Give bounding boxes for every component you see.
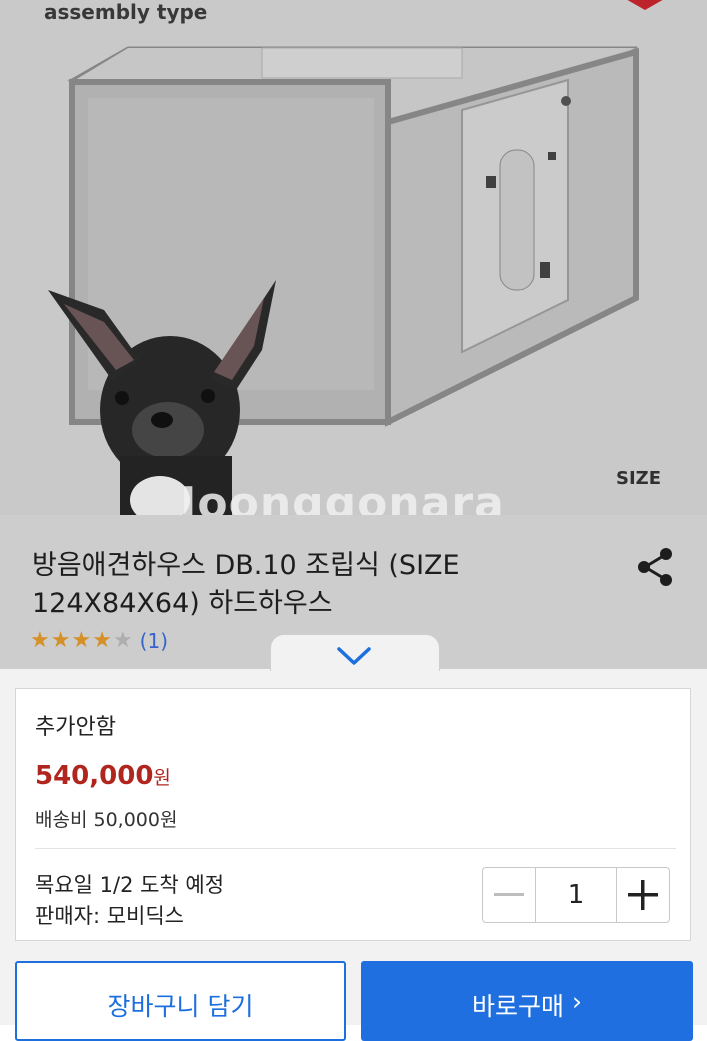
price-unit: 원 <box>153 767 171 789</box>
minus-icon <box>494 893 524 896</box>
buy-now-label: 바로구매 <box>471 992 564 1021</box>
price: 540,000원 <box>35 761 171 791</box>
quantity-value[interactable]: 1 <box>536 867 616 923</box>
decrease-quantity-button[interactable] <box>482 867 536 923</box>
price-value: 540,000 <box>35 761 154 791</box>
divider <box>35 848 676 849</box>
chevron-right-icon: › <box>572 987 582 1016</box>
increase-quantity-button[interactable] <box>616 867 670 923</box>
dim-overlay <box>0 0 707 670</box>
quantity-stepper: 1 <box>482 867 670 923</box>
delivery-estimate: 목요일 1/2 도착 예정 <box>35 873 225 897</box>
buy-now-button[interactable]: 바로구매 › <box>361 961 693 1041</box>
add-to-cart-button[interactable]: 장바구니 담기 <box>15 961 346 1041</box>
option-name: 추가안함 <box>35 715 116 740</box>
chevron-down-icon[interactable] <box>336 646 372 666</box>
shipping-fee: 배송비 50,000원 <box>35 809 178 831</box>
selected-option-card: 추가안함 540,000원 배송비 50,000원 목요일 1/2 도착 예정 … <box>15 688 691 941</box>
seller: 판매자: 모비딕스 <box>35 904 184 928</box>
plus-icon <box>628 880 658 910</box>
